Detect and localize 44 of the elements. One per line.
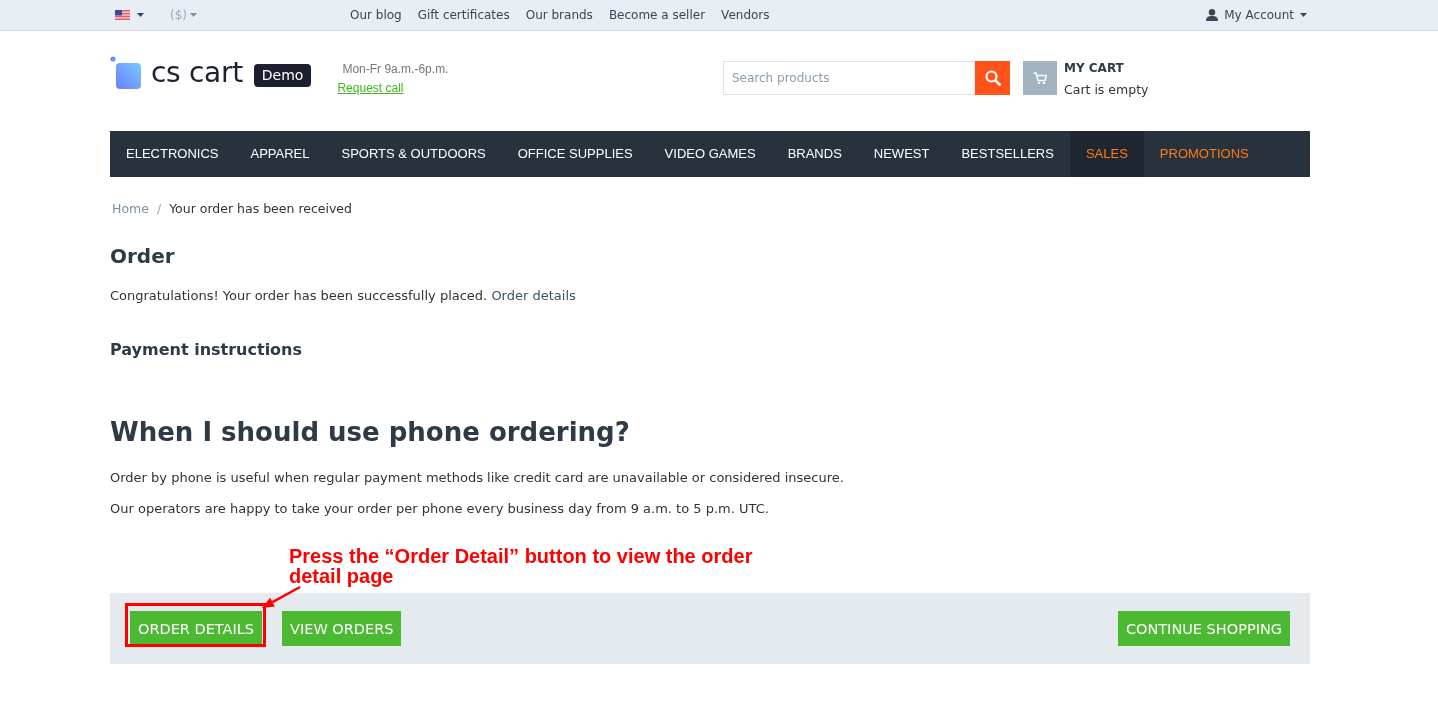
- breadcrumb-separator: /: [156, 200, 162, 218]
- cart-status: Cart is empty: [1064, 82, 1149, 98]
- top-nav-link[interactable]: Our blog: [350, 8, 402, 22]
- payment-instructions-title: Payment instructions: [110, 339, 303, 361]
- menu-item[interactable]: SPORTS & OUTDOORS: [325, 131, 502, 177]
- caret-icon: [1300, 13, 1307, 17]
- search-icon: [984, 70, 1001, 86]
- menu-item[interactable]: BESTSELLERS: [945, 131, 1070, 177]
- search-button[interactable]: [975, 61, 1010, 95]
- annotation-arrow: [262, 585, 301, 608]
- order-title: Order: [110, 243, 176, 269]
- menu-item[interactable]: OFFICE SUPPLIES: [501, 131, 649, 177]
- menu-item[interactable]: BRANDS: [771, 131, 858, 177]
- opening-hours: Mon-Fr 9a.m.-6p.m.: [342, 61, 449, 77]
- top-nav-link[interactable]: Become a seller: [608, 8, 706, 22]
- search-field[interactable]: Search products: [723, 61, 975, 95]
- menu-item[interactable]: APPAREL: [234, 131, 326, 177]
- menu-item[interactable]: ELECTRONICS: [110, 131, 235, 177]
- menu-item[interactable]: PROMOTIONS: [1143, 131, 1265, 177]
- logo-text: cs cart: [151, 58, 243, 88]
- cart-icon: [1033, 71, 1047, 85]
- cart-title: MY CART: [1064, 61, 1124, 75]
- language-selector[interactable]: [115, 10, 144, 20]
- menu-item[interactable]: SALES: [1069, 131, 1144, 177]
- account-menu[interactable]: My Account: [1206, 8, 1307, 22]
- flag-icon: [115, 10, 130, 20]
- user-icon: [1206, 9, 1219, 21]
- top-nav-link[interactable]: Our brands: [525, 8, 593, 22]
- order-details-link[interactable]: Order details: [491, 288, 576, 303]
- logo-badge: Demo: [253, 64, 312, 87]
- faq-title: When I should use phone ordering?: [110, 416, 631, 449]
- caret-icon: [190, 13, 197, 17]
- menu-item[interactable]: NEWEST: [857, 131, 946, 177]
- menu-item[interactable]: VIDEO GAMES: [648, 131, 772, 177]
- success-message: Congratulations! Your order has been successfully placed. Order details: [110, 287, 577, 305]
- top-nav-link[interactable]: Gift certificates: [417, 8, 510, 22]
- caret-icon: [137, 13, 144, 17]
- logo-icon: [110, 56, 141, 89]
- faq-paragraph: Order by phone is useful when regular payment methods like credit card are unavailable or considered insecure.: [110, 469, 845, 487]
- annotation-text: Press the “Order Detail” button to view the order detail page: [289, 546, 754, 586]
- breadcrumb-current: Your order has been received: [169, 200, 352, 218]
- top-nav-link[interactable]: Vendors: [721, 8, 770, 22]
- faq-paragraph: Our operators are happy to take your order per phone every business day from 9 a.m. to 5 p.m. UTC.: [110, 500, 770, 518]
- cart-button[interactable]: [1023, 61, 1057, 95]
